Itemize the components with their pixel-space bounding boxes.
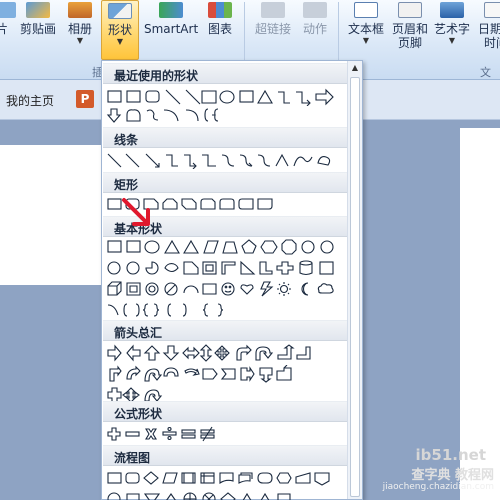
chevron-down-icon: ▼ [116,37,124,46]
annotation-arrow [122,198,150,226]
watermark-line3: jiaocheng.chazidian.com [382,482,494,492]
smartart-button[interactable]: SmartArt [144,0,198,60]
smartart-icon [159,2,183,18]
shape-palette-row[interactable] [106,490,346,500]
slide-canvas[interactable] [0,145,108,285]
home-tab[interactable]: 我的主页 [6,92,54,109]
picture-icon [0,2,16,18]
shape-palette-row[interactable] [106,469,346,487]
clipart-button[interactable]: 剪贴画 [18,0,58,60]
category-recent-shapes: 最近使用的形状 [103,63,347,84]
wordart-button[interactable]: 艺术字 ▼ [432,0,472,60]
chevron-down-icon: ▼ [362,36,370,45]
action-icon [303,2,327,18]
chart-button[interactable]: 图表 [204,0,236,60]
slide-canvas-right[interactable] [460,128,500,500]
datetime-button[interactable]: 日期和 时间 [476,0,500,60]
hyperlink-icon [261,2,285,18]
action-button[interactable]: 动作 [300,0,330,60]
category-block-arrows: 箭头总汇 [103,320,347,341]
picture-button[interactable]: 片 [0,0,16,60]
shape-palette-row[interactable] [106,106,346,124]
clipart-icon [26,2,50,18]
category-flowchart: 流程图 [103,445,347,466]
shape-palette-row[interactable] [106,151,346,169]
scroll-up-icon[interactable]: ▲ [348,61,362,75]
chevron-down-icon: ▼ [448,36,456,45]
watermark-line2: 查字典 教程网 [411,468,494,483]
category-equation-shapes: 公式形状 [103,401,347,422]
category-lines: 线条 [103,127,347,148]
scrollbar[interactable]: ▲ [347,61,362,499]
chevron-down-icon: ▼ [76,36,84,45]
shapes-icon [108,3,132,19]
wordart-icon [440,2,464,18]
category-rectangles: 矩形 [103,172,347,193]
shape-palette-row[interactable] [106,238,346,256]
album-button[interactable]: 相册 ▼ [64,0,96,60]
shapes-button[interactable]: 形状 ▼ [101,0,139,60]
powerpoint-icon[interactable]: P [76,90,94,108]
watermark: ib51.net 查字典 教程网 jiaocheng.chazidian.com [348,446,500,500]
textbox-button[interactable]: 文本框 ▼ [346,0,386,60]
hyperlink-button[interactable]: 超链接 [252,0,294,60]
shape-palette-row[interactable] [106,88,346,106]
shape-palette-row[interactable] [106,259,346,277]
scroll-thumb[interactable] [350,77,360,497]
shape-palette-row[interactable] [106,365,346,383]
header-footer-icon [398,2,422,18]
header-footer-button[interactable]: 页眉和 页脚 [390,0,430,60]
shape-palette-row[interactable] [106,280,346,298]
album-icon [68,2,92,18]
textbox-icon [354,2,378,18]
chart-icon [208,2,232,18]
shape-palette-row[interactable] [106,301,346,319]
watermark-line1: ib51.net [415,446,486,464]
shape-palette-row[interactable] [106,425,346,443]
shapes-dropdown: ▲ 最近使用的形状 线条 矩形 基本形状 箭头总汇 公式形状 流程图 [101,60,363,500]
shape-palette-row[interactable] [106,344,346,362]
datetime-icon [484,2,500,18]
